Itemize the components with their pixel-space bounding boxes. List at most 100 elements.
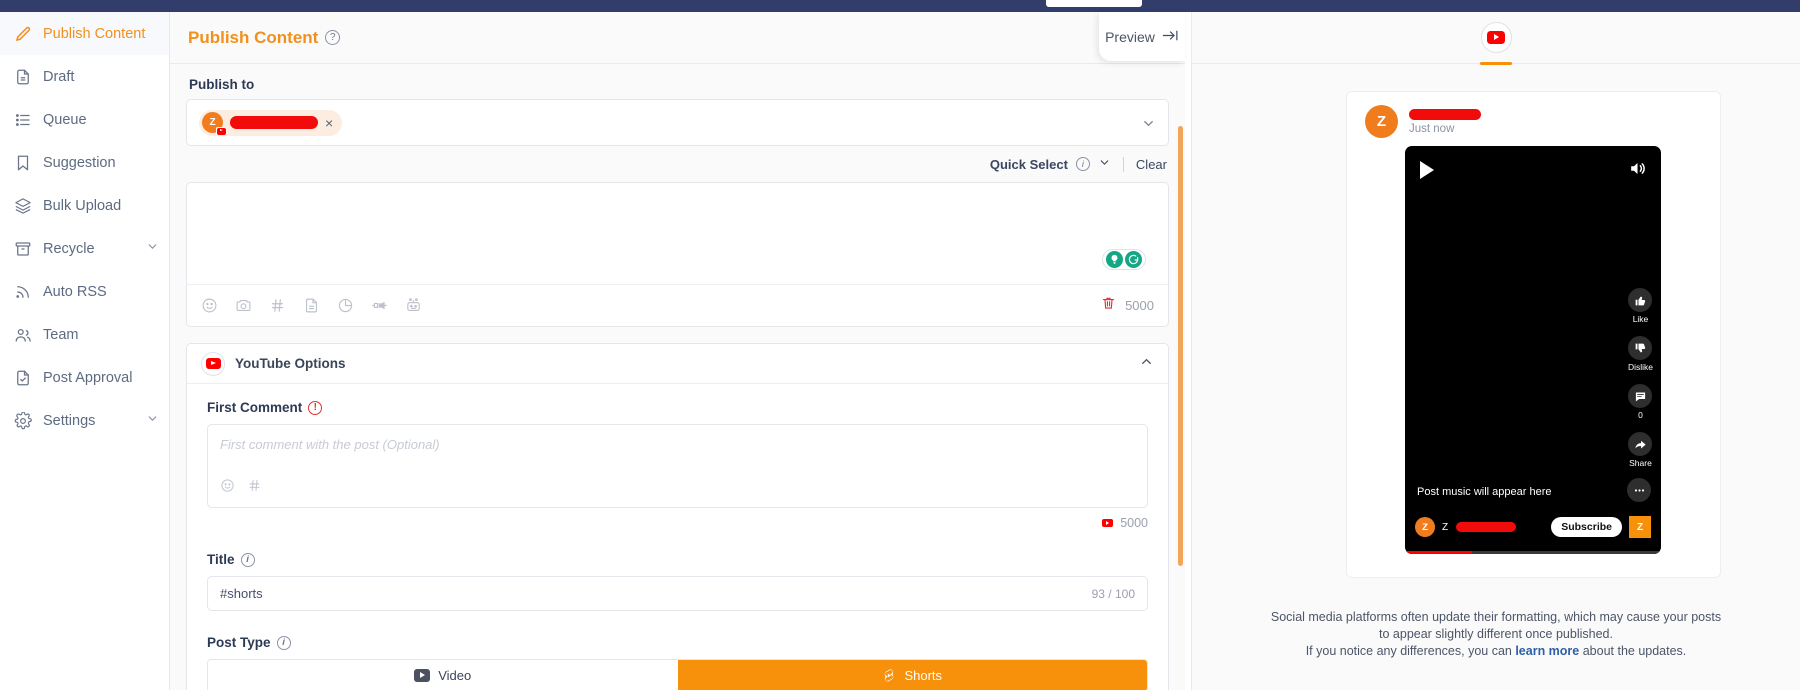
lightbulb-icon[interactable] (1106, 251, 1123, 268)
app-root: Publish Content Draft Queue Suggestion B (0, 0, 1800, 690)
help-icon[interactable]: ? (325, 30, 341, 45)
youtube-options-card: YouTube Options First Comment ! First co… (186, 343, 1169, 690)
main-scrollbar-thumb[interactable] (1178, 126, 1183, 566)
quick-select-label[interactable]: Quick Select (990, 157, 1068, 172)
learn-more-link[interactable]: learn more (1515, 644, 1579, 658)
grammarly-icon[interactable] (1125, 251, 1142, 268)
chevron-down-icon[interactable] (1141, 116, 1156, 136)
editor-right-group: 5000 (1101, 295, 1154, 316)
sidebar-item-settings[interactable]: Settings (0, 399, 169, 442)
post-content-editor[interactable]: 5000 (186, 182, 1169, 327)
comment-action[interactable]: 0 (1628, 384, 1653, 420)
title-character-counter: 93 / 100 (1091, 586, 1135, 601)
avatar: Z (202, 112, 227, 135)
avatar-initial: Z (209, 117, 216, 128)
page-title: Publish Content (188, 27, 319, 47)
first-comment-toolbar (220, 478, 262, 498)
title-field-group: Title i #shorts 93 / 100 (207, 552, 1148, 611)
subscribe-button[interactable]: Subscribe (1551, 517, 1622, 537)
arrow-to-right-icon (1162, 29, 1179, 45)
publish-to-label: Publish to (189, 77, 255, 92)
robot-icon[interactable] (405, 297, 422, 314)
share-action[interactable]: Share (1628, 432, 1653, 468)
chevron-up-icon[interactable] (1139, 354, 1154, 374)
sidebar-item-label: Settings (43, 412, 96, 429)
top-nav-bar (0, 0, 1800, 12)
channel-handle-prefix: Z (1442, 521, 1449, 533)
post-type-option-video[interactable]: Video (208, 660, 678, 690)
volume-icon[interactable] (1628, 159, 1647, 183)
gear-icon (13, 411, 32, 430)
grammarly-widget[interactable] (1102, 249, 1146, 270)
title-input[interactable]: #shorts 93 / 100 (207, 576, 1148, 611)
post-type-option-shorts[interactable]: Shorts (677, 660, 1147, 690)
sidebar-item-post-approval[interactable]: Post Approval (0, 356, 169, 399)
like-caption: Like (1632, 314, 1649, 324)
info-icon[interactable]: i (240, 552, 255, 567)
sidebar-item-publish-content[interactable]: Publish Content (0, 12, 169, 55)
sidebar-item-team[interactable]: Team (0, 313, 169, 356)
chevron-down-icon[interactable] (146, 412, 159, 429)
video-icon (414, 669, 431, 682)
camera-icon[interactable] (235, 297, 252, 314)
note-line-3-pre: If you notice any differences, you can (1305, 643, 1516, 658)
emoji-icon[interactable] (201, 297, 218, 314)
sidebar-item-queue[interactable]: Queue (0, 98, 169, 141)
post-type-group: Post Type i Video Shorts (207, 635, 1148, 690)
main-scrollbar-track[interactable] (1175, 64, 1185, 690)
like-action[interactable]: Like (1628, 288, 1653, 324)
comment-icon[interactable] (1628, 384, 1653, 408)
video-player-preview[interactable]: Like Dislike 0 Share Post music will app… (1405, 146, 1661, 554)
publish-to-select[interactable]: Z × (186, 99, 1169, 146)
video-action-rail: Like Dislike 0 Share (1628, 288, 1653, 468)
youtube-icon (1102, 519, 1114, 527)
active-tab-indicator (1480, 61, 1512, 65)
first-comment-input[interactable]: First comment with the post (Optional) (207, 424, 1148, 508)
info-icon[interactable]: i (1075, 157, 1090, 171)
youtube-options-title: YouTube Options (235, 356, 346, 371)
youtube-icon (201, 351, 225, 376)
avatar: Z (1365, 105, 1398, 138)
avatar-initial: Z (1422, 521, 1428, 533)
hashtag-icon[interactable] (247, 478, 262, 498)
title-value: #shorts (220, 586, 263, 601)
preview-post-card: Z Just now Like Dislike 0 Share Post mus… (1346, 91, 1721, 578)
title-label-row: Title i (207, 552, 1148, 567)
sidebar-item-recycle[interactable]: Recycle (0, 227, 169, 270)
sidebar-item-suggestion[interactable]: Suggestion (0, 141, 169, 184)
share-icon[interactable] (1628, 432, 1653, 456)
dislike-action[interactable]: Dislike (1628, 336, 1653, 372)
account-chip[interactable]: Z × (199, 109, 343, 136)
sidebar-item-auto-rss[interactable]: Auto RSS (0, 270, 169, 313)
plug-icon[interactable] (371, 297, 388, 314)
remove-account-icon[interactable]: × (325, 116, 333, 130)
delete-icon[interactable] (1101, 295, 1116, 316)
sidebar-item-label: Team (43, 326, 79, 343)
youtube-options-header[interactable]: YouTube Options (187, 344, 1168, 384)
emoji-icon[interactable] (220, 478, 235, 498)
video-thumbnail[interactable]: Z (1629, 516, 1651, 538)
hashtag-icon[interactable] (269, 297, 286, 314)
play-icon[interactable] (1420, 161, 1434, 179)
chevron-down-icon[interactable] (1098, 156, 1111, 172)
users-icon (13, 325, 32, 344)
video-progress-bar[interactable] (1405, 551, 1661, 554)
document-icon[interactable] (303, 297, 320, 314)
chart-icon[interactable] (337, 297, 354, 314)
sidebar-item-draft[interactable]: Draft (0, 55, 169, 98)
preview-tab-youtube[interactable] (1470, 12, 1522, 65)
chevron-down-icon[interactable] (146, 240, 159, 257)
preview-toggle-button[interactable]: Preview (1099, 12, 1185, 61)
info-icon[interactable]: i (276, 635, 291, 650)
more-horizontal-icon[interactable] (1627, 478, 1651, 502)
redacted-account-name (230, 116, 318, 129)
post-type-option-label: Shorts (904, 668, 943, 683)
divider (1122, 156, 1124, 172)
note-line-2: to appear slightly different once publis… (1379, 626, 1613, 641)
clear-button[interactable]: Clear (1136, 157, 1167, 172)
thumbs-down-icon[interactable] (1628, 336, 1653, 360)
thumbs-up-icon[interactable] (1628, 288, 1653, 312)
sidebar-item-bulk-upload[interactable]: Bulk Upload (0, 184, 169, 227)
warning-icon[interactable]: ! (308, 400, 323, 415)
preview-post-author: Z Just now (1347, 92, 1720, 138)
